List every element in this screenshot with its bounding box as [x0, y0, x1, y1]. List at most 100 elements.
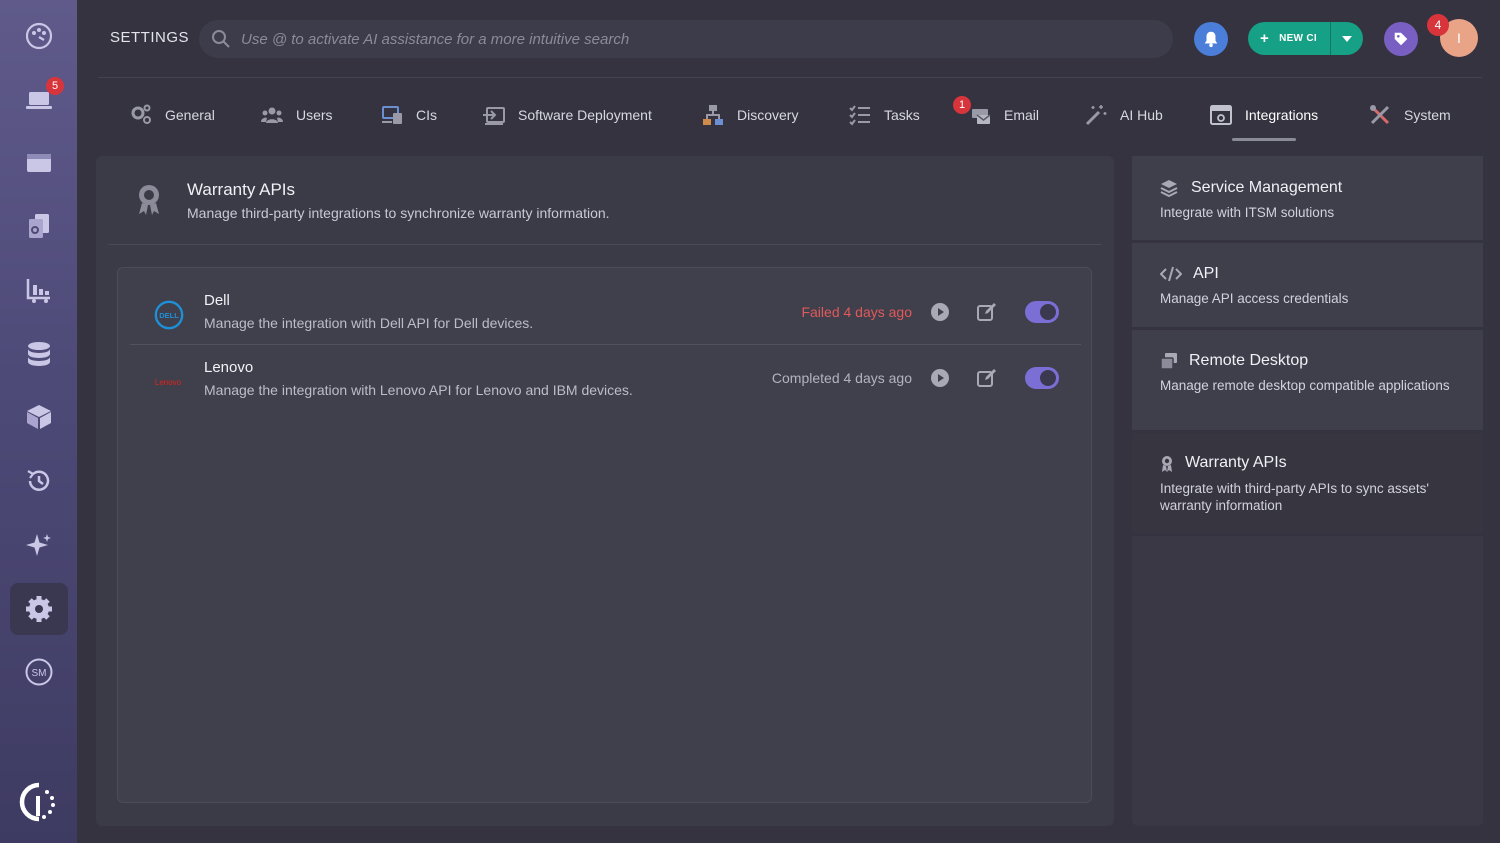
integrations-sidebar: Service Management Integrate with ITSM s… — [1132, 156, 1483, 826]
tab-label: Software Deployment — [518, 107, 652, 123]
search-bar[interactable] — [199, 20, 1173, 58]
rail-item-packages[interactable] — [10, 391, 68, 443]
rail-item-dashboard[interactable] — [10, 10, 68, 62]
integration-name: Lenovo — [204, 359, 254, 376]
history-icon — [27, 470, 50, 491]
tab-tasks[interactable]: Tasks — [848, 100, 920, 130]
toggle-knob — [1040, 304, 1056, 320]
side-card-description: Manage API access credentials — [1160, 291, 1349, 306]
tab-label: Discovery — [737, 107, 799, 123]
toggle-knob — [1040, 370, 1056, 386]
tab-discovery[interactable]: Discovery — [701, 100, 798, 130]
tab-general[interactable]: General — [129, 100, 215, 130]
side-card-title: Service Management — [1191, 179, 1343, 196]
dell-logo: DELL — [150, 296, 188, 334]
side-card-remote-desktop[interactable]: Remote Desktop Manage remote desktop com… — [1132, 330, 1483, 433]
new-ci-dropdown-toggle[interactable] — [1330, 22, 1363, 55]
warranty-apis-panel: Warranty APIs Manage third-party integra… — [96, 156, 1114, 826]
run-sync-button[interactable] — [930, 302, 950, 322]
panel-title: Warranty APIs — [187, 180, 296, 199]
lenovo-logo-icon: Lenovo — [155, 378, 182, 387]
tab-users[interactable]: Users — [260, 100, 333, 130]
rail-item-settings[interactable] — [10, 583, 68, 635]
rail-item-database[interactable] — [10, 328, 68, 380]
page-title: SETTINGS — [110, 29, 190, 46]
side-card-description: Integrate with third-party APIs to sync … — [1160, 481, 1429, 513]
box-icon — [27, 405, 51, 429]
lenovo-logo: Lenovo — [148, 363, 188, 401]
tab-label: CIs — [416, 107, 437, 123]
side-card-title: Warranty APIs — [1185, 454, 1287, 471]
tags-button[interactable] — [1384, 22, 1418, 56]
side-card-description: Integrate with ITSM solutions — [1160, 205, 1335, 220]
side-card-title: Remote Desktop — [1189, 352, 1309, 369]
logo-icon — [19, 782, 55, 822]
dell-logo-icon: DELL — [154, 300, 184, 330]
integration-row-lenovo[interactable]: Lenovo Lenovo Manage the integration wit… — [118, 335, 1091, 401]
tasks-icon — [849, 105, 870, 126]
panel-description: Manage third-party integrations to synch… — [187, 205, 610, 221]
notifications-button[interactable] — [1194, 22, 1228, 56]
sync-status: Completed 4 days ago — [771, 370, 912, 386]
tab-label: System — [1404, 107, 1451, 123]
rail-item-history[interactable] — [10, 455, 68, 507]
plus-icon: + — [1260, 30, 1270, 47]
award-icon — [1162, 456, 1172, 472]
search-icon — [212, 30, 230, 48]
sm-icon: SM — [25, 658, 53, 686]
magic-wand-icon — [1085, 105, 1107, 126]
rail-item-windows[interactable] — [10, 137, 68, 189]
documents-icon — [29, 214, 49, 238]
side-card-title: API — [1193, 265, 1219, 282]
side-card-api[interactable]: API Manage API access credentials — [1132, 243, 1483, 330]
rail-item-procurement[interactable] — [10, 264, 68, 316]
edit-button[interactable] — [976, 367, 998, 389]
integration-row-dell[interactable]: DELL Dell Manage the integration with De… — [118, 268, 1091, 334]
dell-logo-text: DELL — [159, 311, 179, 320]
active-tab-indicator — [1232, 138, 1296, 141]
settings-tabs: General Users CIs Software Deployment Di… — [77, 90, 1500, 141]
side-card-warranty-apis[interactable]: Warranty APIs Integrate with third-party… — [1132, 433, 1483, 536]
enable-toggle[interactable] — [1025, 367, 1059, 389]
rail-item-assets[interactable]: 5 — [10, 73, 68, 125]
tab-integrations[interactable]: Integrations — [1209, 100, 1318, 130]
network-icon — [703, 105, 723, 125]
tab-email[interactable]: Email — [968, 100, 1039, 130]
side-card-service-management[interactable]: Service Management Integrate with ITSM s… — [1132, 156, 1483, 243]
email-tab-badge: 1 — [953, 96, 971, 114]
new-ci-button[interactable]: + NEW CI — [1248, 22, 1330, 55]
chevron-down-icon — [1342, 35, 1352, 42]
panel-header: Warranty APIs Manage third-party integra… — [96, 156, 1114, 244]
deploy-icon — [483, 107, 505, 125]
windows-icon — [1160, 353, 1177, 370]
tab-label: Tasks — [884, 107, 920, 123]
app-logo — [10, 776, 68, 828]
sync-status: Failed 4 days ago — [801, 304, 912, 320]
run-sync-button[interactable] — [930, 368, 950, 388]
tab-label: Integrations — [1245, 107, 1319, 123]
new-ci-button-group: + NEW CI — [1248, 22, 1363, 55]
notification-badge: 5 — [46, 77, 64, 95]
tab-system[interactable]: System — [1368, 100, 1451, 130]
edit-button[interactable] — [976, 301, 998, 323]
tab-label: Email — [1004, 107, 1040, 123]
integrations-icon — [1210, 105, 1232, 125]
rail-item-ai[interactable] — [10, 519, 68, 571]
bell-icon — [1204, 31, 1218, 48]
rail-item-service-management[interactable]: SM — [10, 646, 68, 698]
side-card-description: Manage remote desktop compatible applica… — [1160, 378, 1450, 393]
left-nav-rail: 5 SM — [0, 0, 77, 843]
search-input[interactable] — [241, 30, 1173, 48]
tab-label: General — [165, 107, 215, 123]
ci-icon — [382, 106, 402, 124]
integration-name: Dell — [204, 292, 230, 309]
window-icon — [27, 154, 51, 172]
award-icon — [139, 185, 159, 215]
tab-ai-hub[interactable]: AI Hub — [1084, 100, 1163, 130]
enable-toggle[interactable] — [1025, 301, 1059, 323]
tab-cis[interactable]: CIs — [380, 100, 437, 130]
rail-item-documents[interactable] — [10, 200, 68, 252]
integration-description: Manage the integration with Dell API for… — [204, 315, 534, 331]
tab-software-deployment[interactable]: Software Deployment — [482, 100, 652, 130]
avatar-notification-badge: 4 — [1427, 14, 1449, 36]
